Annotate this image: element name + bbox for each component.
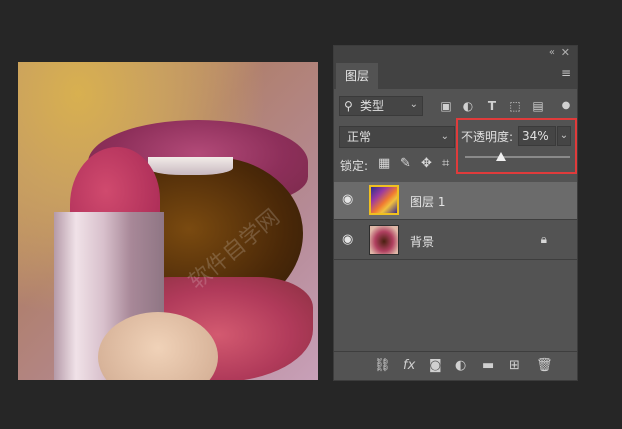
chevron-down-icon: ⌄ xyxy=(440,131,449,142)
new-group-icon[interactable]: ▬ xyxy=(482,358,494,373)
lock-label: 锁定: xyxy=(340,159,369,173)
eye-icon[interactable]: ◉ xyxy=(342,192,353,207)
layer-row[interactable]: ◉ 图层 1 xyxy=(334,182,577,220)
tab-layers[interactable]: 图层 xyxy=(336,63,379,89)
layer-row[interactable]: ◉ 背景 🔒︎ xyxy=(334,222,577,260)
delete-icon[interactable]: 🗑︎ xyxy=(536,358,553,373)
layer-name: 背景 xyxy=(410,235,435,249)
shape-filter-icon[interactable]: ⬚ xyxy=(507,98,523,114)
adjustment-filter-icon[interactable]: ◐ xyxy=(460,98,476,114)
lock-position-icon[interactable]: ✥ xyxy=(421,156,432,171)
search-icon: ⚲ xyxy=(344,99,353,113)
text-filter-icon[interactable]: T xyxy=(484,98,500,114)
double-chevron-icon[interactable]: « xyxy=(549,47,555,58)
eye-icon[interactable]: ◉ xyxy=(342,232,353,247)
filter-toggle-icon[interactable]: ● xyxy=(558,98,574,114)
link-layers-icon[interactable]: ⛓ xyxy=(374,358,391,373)
layer-filter-value: 类型 xyxy=(360,99,385,113)
close-icon[interactable]: ✕ xyxy=(561,46,570,59)
layer-filter-select[interactable]: ⚲ 类型 ⌄ xyxy=(339,96,423,116)
document-canvas[interactable]: 软件自学网 xyxy=(18,62,318,380)
lock-icon: 🔒︎ xyxy=(540,232,547,246)
image-filter-icon[interactable]: ▣ xyxy=(438,98,454,114)
new-layer-icon[interactable]: ⊞ xyxy=(509,358,520,373)
lock-image-icon[interactable]: ✎ xyxy=(400,156,411,171)
chevron-down-icon: ⌄ xyxy=(409,99,418,110)
lock-transparency-icon[interactable]: ▦ xyxy=(378,156,390,171)
menu-icon[interactable]: ≡ xyxy=(561,66,571,80)
layer-thumbnail xyxy=(369,185,399,215)
panel-topbar: « ✕ xyxy=(334,46,577,61)
layer-name: 图层 1 xyxy=(410,195,446,209)
blend-mode-value: 正常 xyxy=(347,130,372,144)
teeth xyxy=(148,157,233,175)
fx-icon[interactable]: fx xyxy=(403,358,415,373)
blend-mode-select[interactable]: 正常 ⌄ xyxy=(339,126,455,148)
layers-panel: « ✕ 图层 ≡ ⚲ 类型 ⌄ ▣ ◐ T ⬚ ▤ ● 正常 ⌄ 不透明度: 3… xyxy=(333,45,578,381)
layer-thumbnail xyxy=(369,225,399,255)
panel-bottom-toolbar: ⛓ fx ◙ ◐ ▬ ⊞ 🗑︎ xyxy=(334,351,577,380)
opacity-highlight-box xyxy=(456,118,577,174)
lock-artboard-icon[interactable]: ⌗ xyxy=(442,156,449,171)
smart-object-filter-icon[interactable]: ▤ xyxy=(530,98,546,114)
add-mask-icon[interactable]: ◙ xyxy=(429,358,442,373)
adjustment-layer-icon[interactable]: ◐ xyxy=(455,358,466,373)
panel-tab-row: 图层 ≡ xyxy=(334,61,577,89)
